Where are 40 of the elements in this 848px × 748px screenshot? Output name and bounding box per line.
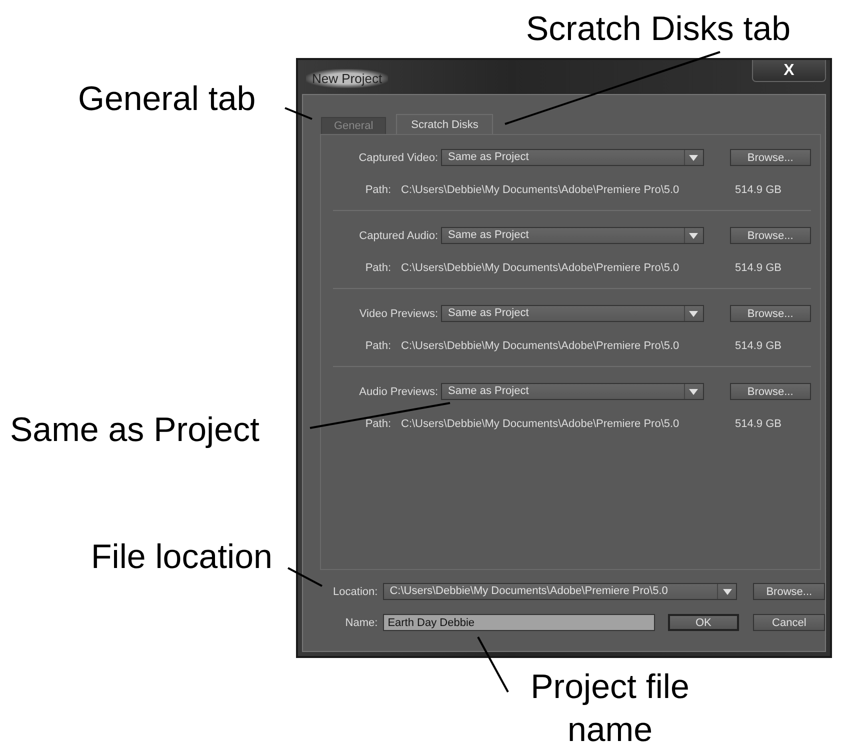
close-button[interactable]: X (752, 60, 826, 82)
browse-button[interactable]: Browse... (730, 305, 811, 322)
dropdown[interactable]: Same as Project (441, 149, 704, 166)
tab[interactable]: Scratch Disks (396, 114, 494, 134)
disk-space: 514.9 GB (735, 340, 782, 352)
path-text: C:\Users\Debbie\My Documents\Adobe\Premiere Pro\5.0 (401, 262, 680, 274)
callout-label: General tab (78, 80, 256, 120)
path-label: Path: (364, 340, 391, 352)
browse-button[interactable]: Browse... (730, 149, 811, 166)
path-text: C:\Users\Debbie\My Documents\Adobe\Premiere Pro\5.0 (401, 340, 680, 352)
dropdown[interactable]: Same as Project (441, 383, 704, 400)
path-text: C:\Users\Debbie\My Documents\Adobe\Premiere Pro\5.0 (401, 418, 680, 430)
callout-label: Project file name (530, 667, 690, 748)
disk-space: 514.9 GB (735, 418, 782, 430)
field-label: Captured Video: (358, 152, 440, 164)
dropdown[interactable]: Same as Project (441, 227, 704, 244)
field-label: Audio Previews: (358, 386, 440, 398)
tab[interactable]: General (321, 117, 386, 134)
browse-button[interactable]: Browse... (730, 227, 811, 244)
ok-button[interactable]: OK (668, 614, 740, 631)
path-label: Path: (364, 262, 391, 274)
callout-label: File location (91, 538, 272, 578)
disk-space: 514.9 GB (735, 184, 782, 196)
path-label: Path: (364, 418, 391, 430)
field-label: Location: (332, 586, 378, 598)
dropdown[interactable]: Same as Project (441, 305, 704, 322)
window-title: New Project (306, 69, 388, 88)
field-label: Captured Audio: (358, 230, 440, 242)
field-label: Name: (344, 616, 378, 628)
field-label: Video Previews: (358, 308, 440, 320)
path-text: C:\Users\Debbie\My Documents\Adobe\Premiere Pro\5.0 (401, 184, 680, 196)
callout-label: Scratch Disks tab (526, 10, 791, 50)
callout-label: Same as Project (10, 411, 260, 450)
disk-space: 514.9 GB (735, 262, 782, 274)
path-label: Path: (364, 184, 391, 196)
name-field[interactable]: Earth Day Debbie (382, 614, 655, 631)
dropdown[interactable]: C:\Users\Debbie\My Documents\Adobe\Premiere Pro\5.0 (382, 583, 738, 600)
cancel-button[interactable]: Cancel (753, 614, 825, 631)
browse-button[interactable]: Browse... (753, 583, 826, 600)
browse-button[interactable]: Browse... (730, 383, 811, 400)
